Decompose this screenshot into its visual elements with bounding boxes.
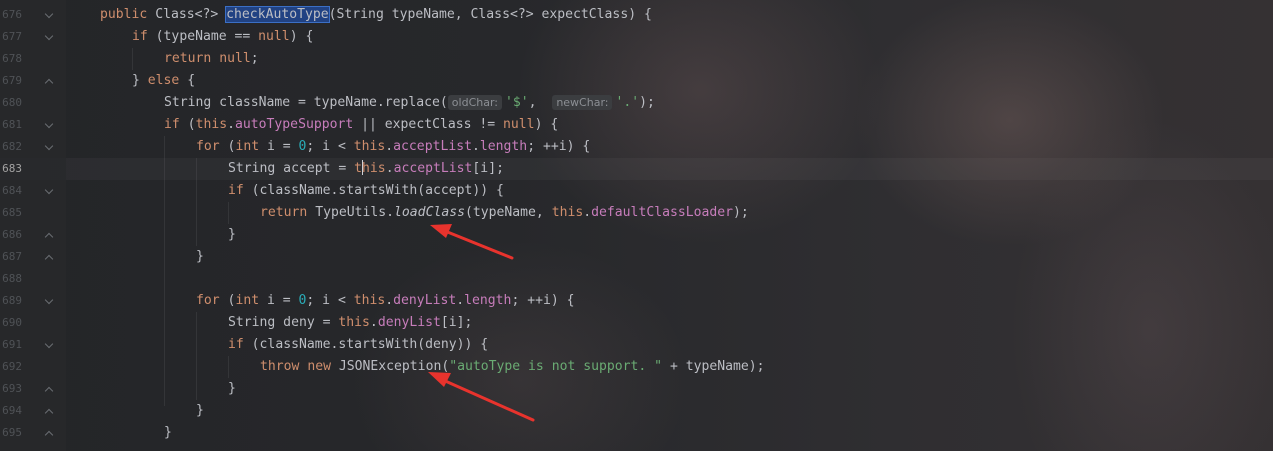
red-arrow-icon [430, 224, 514, 260]
red-arrow-icon [428, 372, 535, 422]
annotation-arrows [428, 224, 535, 422]
